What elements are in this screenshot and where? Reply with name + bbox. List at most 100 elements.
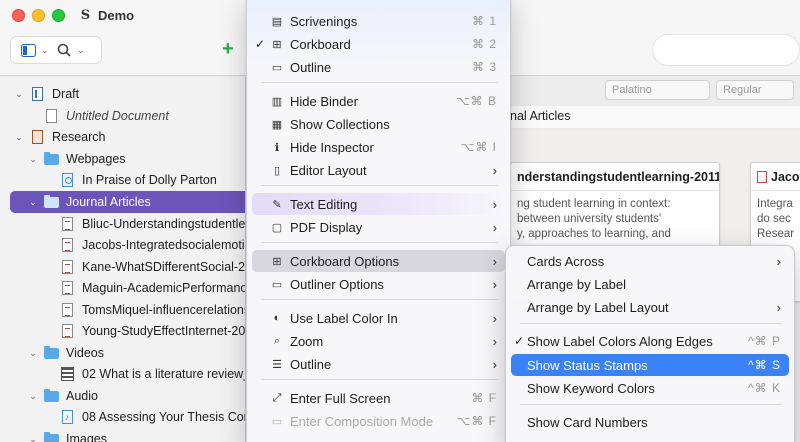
menu-item-zoom[interactable]: ⌕ Zoom › (252, 330, 505, 352)
corkboard-icon: ⊞ (272, 255, 282, 268)
folder-icon (43, 431, 59, 442)
menu-item-use-label-color-in[interactable]: ◐ Use Label Color In › (252, 307, 505, 329)
binder-icon: ▥ (271, 95, 283, 108)
menu-separator (261, 242, 498, 243)
text-editing-icon: ✎ (272, 198, 282, 211)
menu-item-show-keyword-colors[interactable]: Show Keyword Colors ^⌘ K (511, 377, 789, 399)
pdf-icon (59, 303, 75, 318)
quick-search-field[interactable] (652, 34, 800, 66)
menu-item-arrange-by-label[interactable]: Arrange by Label (511, 273, 789, 295)
zoom-window-button[interactable] (52, 9, 65, 22)
menu-item-corkboard-options[interactable]: ⊞ Corkboard Options › (252, 250, 505, 272)
film-icon (59, 367, 75, 382)
collections-icon: ▦ (271, 118, 283, 131)
label-color-icon: ◐ (273, 312, 281, 324)
menu-item-hide-binder[interactable]: ▥ Hide Binder ⌥⌘ B (252, 90, 505, 112)
menu-item-show-card-numbers[interactable]: Show Card Numbers (511, 411, 789, 433)
menu-item-show-collections[interactable]: ▦ Show Collections (252, 113, 505, 135)
disclosure-open-icon[interactable]: ⌄ (12, 89, 26, 100)
audio-icon: ♪ (59, 410, 75, 425)
chevron-down-icon[interactable]: ⌄ (41, 45, 51, 56)
scrivenings-icon: ▤ (271, 15, 283, 28)
menu-item-cards-across[interactable]: Cards Across › (511, 250, 789, 272)
binder-item-audio-file[interactable]: ♪ 08 Assessing Your Thesis Con (0, 406, 245, 428)
binder-item-journal-articles[interactable]: ⌄ Journal Articles (10, 191, 245, 213)
pdf-display-icon: ▢ (271, 221, 283, 234)
fullscreen-icon: ⤢ (272, 391, 282, 404)
pdf-icon (59, 238, 75, 253)
close-window-button[interactable] (12, 9, 25, 22)
menu-item-outline[interactable]: ▭ Outline ⌘ 3 (252, 56, 505, 78)
disclosure-open-icon[interactable]: ⌄ (26, 434, 40, 442)
binder-item-images[interactable]: ⌄ Images (0, 428, 245, 442)
font-family-select[interactable]: Palatino (605, 80, 710, 100)
disclosure-open-icon[interactable]: ⌄ (26, 154, 40, 165)
zoom-icon: ⌕ (273, 334, 281, 347)
menu-item-show-label-colors-along-edges[interactable]: ✓ Show Label Colors Along Edges ^⌘ P (511, 330, 789, 352)
chevron-right-icon: › (492, 276, 497, 292)
disclosure-open-icon[interactable]: ⌄ (12, 132, 26, 143)
binder-item-untitled-document[interactable]: Untitled Document (0, 105, 245, 127)
binder-item-in-praise-of-dolly-parton[interactable]: In Praise of Dolly Parton (0, 169, 245, 191)
menu-separator (520, 404, 782, 405)
binder-item-video[interactable]: 02 What is a literature review_ (0, 363, 245, 385)
chevron-right-icon: › (492, 219, 497, 235)
menu-item-enter-composition-mode[interactable]: ▭ Enter Composition Mode ⌥⌘ F (252, 410, 505, 432)
binder-item-pdf[interactable]: TomsMiquel-influencerelations (0, 299, 245, 321)
pdf-icon (59, 324, 75, 339)
pdf-icon (59, 281, 75, 296)
chevron-down-icon[interactable]: ⌄ (77, 45, 87, 56)
binder-item-draft[interactable]: ⌄ Draft (0, 83, 245, 105)
disclosure-open-icon[interactable]: ⌄ (26, 348, 40, 359)
binder-item-pdf[interactable]: Maguin-AcademicPerformance (0, 277, 245, 299)
chevron-right-icon: › (492, 310, 497, 326)
menu-separator (261, 299, 498, 300)
binder-item-videos[interactable]: ⌄ Videos (0, 342, 245, 364)
font-style-select[interactable]: Regular (716, 80, 794, 100)
view-menu: ▤ Scrivenings ⌘ 1 ✓ ⊞ Corkboard ⌘ 2 ▭ Outli… (246, 0, 511, 442)
menu-item-arrange-by-label-layout[interactable]: Arrange by Label Layout › (511, 296, 789, 318)
binder-item-pdf[interactable]: Kane-WhatSDifferentSocial-20 (0, 256, 245, 278)
binder-item-pdf[interactable]: Bliuc-Understandingstudentle (0, 213, 245, 235)
info-icon: ℹ (274, 141, 280, 154)
pdf-icon (757, 171, 767, 183)
binder-item-research[interactable]: ⌄ Research (0, 126, 245, 148)
menu-item-editor-layout[interactable]: ▯ Editor Layout › (252, 159, 505, 181)
checkmark-icon: ✓ (254, 37, 266, 51)
binder-item-webpages[interactable]: ⌄ Webpages (0, 148, 245, 170)
menu-item-outliner-options[interactable]: ▭ Outliner Options › (252, 273, 505, 295)
add-item-icon[interactable]: + (222, 38, 234, 61)
pdf-icon (59, 217, 75, 232)
chevron-right-icon: › (492, 196, 497, 212)
menu-item-text-editing[interactable]: ✎ Text Editing › (252, 193, 505, 215)
binder-sidebar: ⌄ Draft Untitled Document ⌄ Research ⌄ W… (0, 77, 246, 442)
index-card-title: nderstandingstudentlearning-2011 (511, 163, 719, 191)
menu-item-enter-full-screen[interactable]: ⤢ Enter Full Screen ⌘ F (252, 387, 505, 409)
chevron-right-icon: › (776, 299, 781, 315)
index-card-synopsis: ng student learning in context: between … (517, 198, 671, 240)
outliner-icon: ▭ (271, 278, 283, 291)
binder-item-pdf[interactable]: Jacobs-Integratedsocialemoti (0, 234, 245, 256)
menu-item-outline-submenu[interactable]: ☰ Outline › (252, 353, 505, 375)
format-bar: Palatino Regular (510, 80, 800, 102)
folder-icon (43, 388, 59, 404)
search-icon[interactable] (55, 41, 73, 59)
menu-item-hide-inspector[interactable]: ℹ Hide Inspector ⌥⌘ I (252, 136, 505, 158)
folder-icon (43, 345, 59, 361)
chevron-right-icon: › (492, 253, 497, 269)
pdf-icon (59, 260, 75, 275)
sidebar-toggle-icon[interactable] (19, 41, 37, 59)
menu-item-show-status-stamps[interactable]: Show Status Stamps ^⌘ S (511, 354, 789, 376)
menu-item-scrivenings[interactable]: ▤ Scrivenings ⌘ 1 (252, 10, 505, 32)
folder-icon (43, 194, 59, 210)
window-title: Demo (98, 8, 135, 23)
disclosure-open-icon[interactable]: ⌄ (26, 197, 40, 208)
menu-separator (261, 82, 498, 83)
minimize-window-button[interactable] (32, 9, 45, 22)
menu-item-corkboard[interactable]: ✓ ⊞ Corkboard ⌘ 2 (252, 33, 505, 55)
binder-item-pdf[interactable]: Young-StudyEffectInternet-20 (0, 320, 245, 342)
menu-separator (261, 379, 498, 380)
binder-item-audio[interactable]: ⌄ Audio (0, 385, 245, 407)
disclosure-open-icon[interactable]: ⌄ (26, 391, 40, 402)
menu-item-pdf-display[interactable]: ▢ PDF Display › (252, 216, 505, 238)
